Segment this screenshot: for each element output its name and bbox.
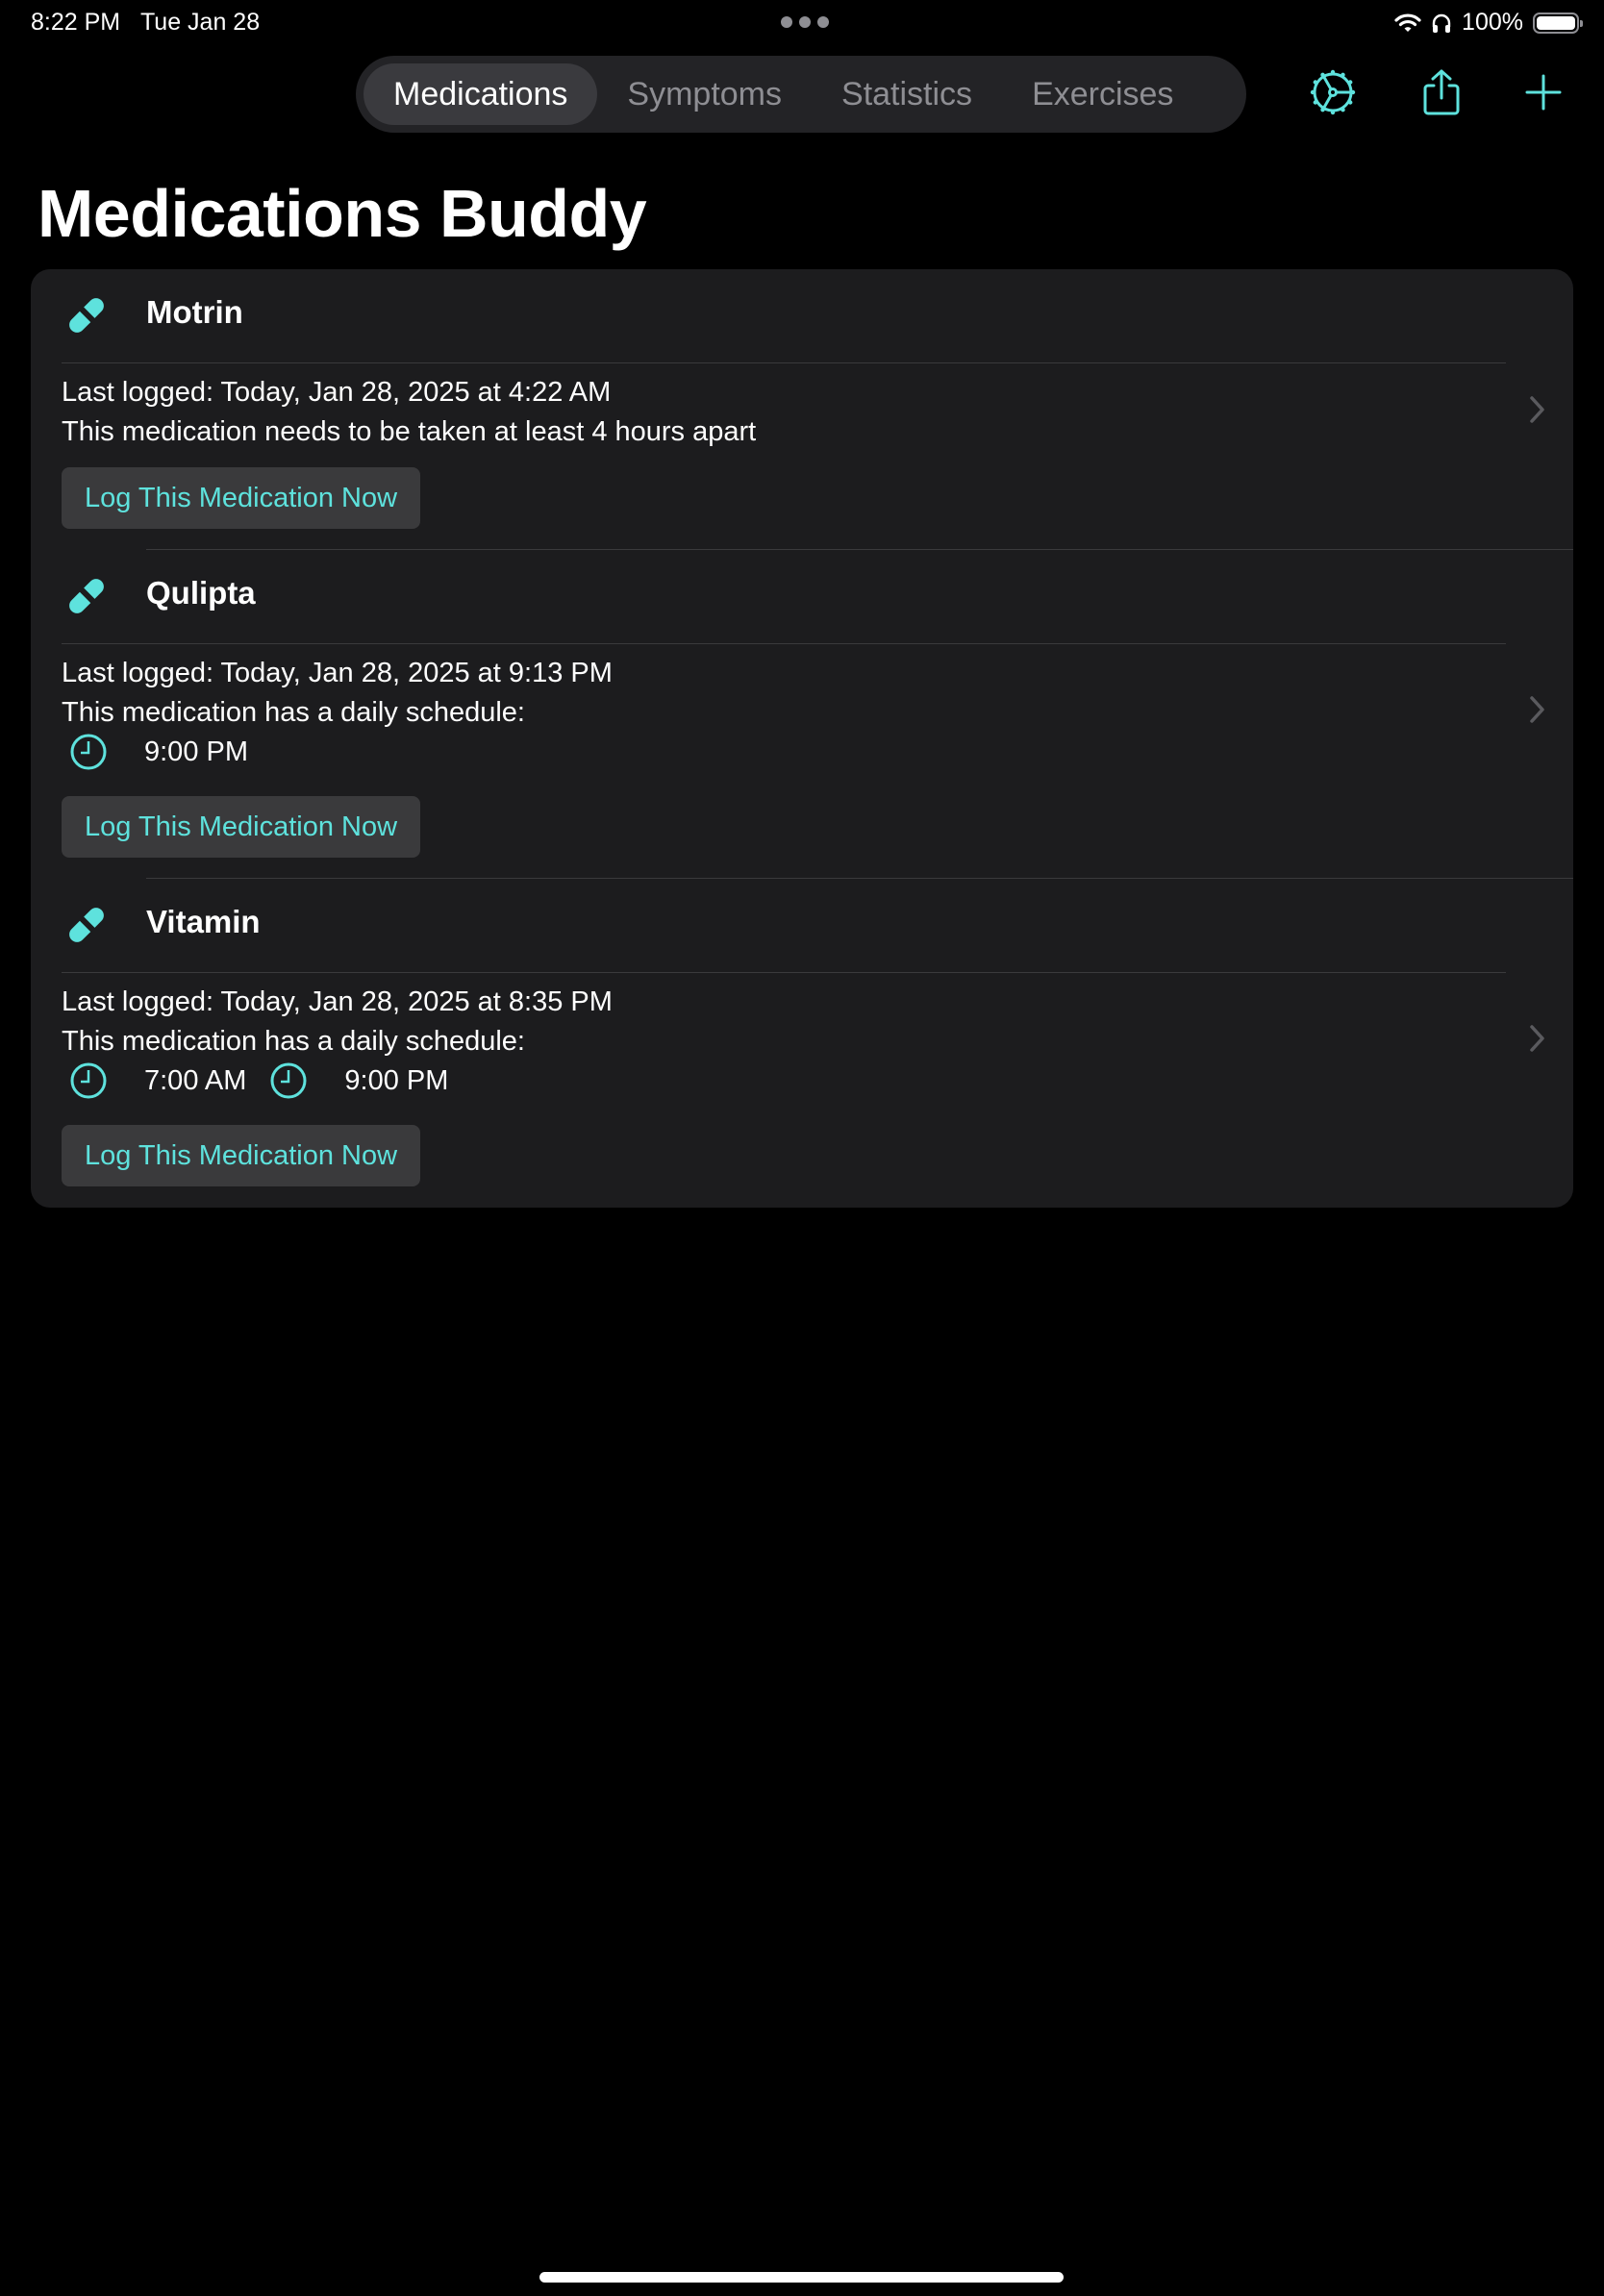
clock-icon: [70, 1062, 107, 1099]
medication-note: This medication needs to be taken at lea…: [62, 416, 757, 447]
last-logged-text: Last logged: Today, Jan 28, 2025 at 8:35…: [62, 986, 613, 1017]
battery-icon: [1533, 12, 1583, 34]
chevron-right-icon: [1530, 1025, 1544, 1052]
medication-name: Motrin: [146, 294, 243, 330]
schedule-time: 9:00 PM: [344, 1064, 449, 1096]
tab-symptoms[interactable]: Symptoms: [597, 63, 812, 125]
add-button[interactable]: [1515, 63, 1572, 121]
medication-row-vitamin[interactable]: Vitamin Last logged: Today, Jan 28, 2025…: [31, 879, 1573, 1208]
medication-row-qulipta[interactable]: Qulipta Last logged: Today, Jan 28, 2025…: [31, 550, 1573, 879]
status-time: 8:22 PM: [31, 9, 121, 36]
medication-name: Qulipta: [146, 575, 256, 611]
last-logged-text: Last logged: Today, Jan 28, 2025 at 9:13…: [62, 658, 613, 688]
clock-icon: [70, 734, 107, 770]
separator: [62, 643, 1506, 644]
tab-exercises[interactable]: Exercises: [1002, 63, 1203, 125]
pill-icon: [69, 908, 104, 942]
log-medication-button[interactable]: Log This Medication Now: [62, 1125, 421, 1186]
schedule-times: 7:00 AM 9:00 PM: [62, 1061, 471, 1100]
clock-icon: [270, 1062, 307, 1099]
pill-icon: [69, 579, 104, 613]
schedule-time: 9:00 PM: [144, 736, 248, 767]
separator: [62, 362, 1506, 363]
status-time-date: 8:22 PM Tue Jan 28: [31, 9, 260, 37]
pill-icon: [69, 298, 104, 333]
add-icon: [1525, 74, 1562, 111]
log-medication-button[interactable]: Log This Medication Now: [62, 796, 421, 858]
multitasking-dots-icon[interactable]: [781, 16, 829, 28]
wifi-icon: [1394, 12, 1421, 32]
battery-percent: 100%: [1462, 9, 1523, 36]
status-bar: 8:22 PM Tue Jan 28 100%: [0, 0, 1604, 46]
medication-note: This medication has a daily schedule:: [62, 697, 525, 728]
status-date: Tue Jan 28: [139, 9, 261, 36]
tab-medications[interactable]: Medications: [363, 63, 598, 125]
tab-statistics[interactable]: Statistics: [812, 63, 1002, 125]
section-tabs: Medications Symptoms Statistics Exercise…: [356, 56, 1246, 133]
share-button[interactable]: [1413, 63, 1470, 121]
medication-name: Vitamin: [146, 904, 261, 939]
chevron-right-icon: [1530, 396, 1544, 423]
settings-gear-icon: [1310, 69, 1356, 115]
medication-header: Vitamin: [31, 879, 1573, 971]
schedule-times: 9:00 PM: [62, 733, 271, 771]
status-indicators: 100%: [1394, 9, 1583, 37]
headphones-icon: [1432, 13, 1451, 33]
chevron-right-icon: [1530, 696, 1544, 723]
medication-header: Motrin: [31, 269, 1573, 362]
medication-header: Qulipta: [31, 550, 1573, 642]
medication-row-motrin[interactable]: Motrin Last logged: Today, Jan 28, 2025 …: [31, 269, 1573, 550]
medications-list: Motrin Last logged: Today, Jan 28, 2025 …: [31, 269, 1573, 1208]
last-logged-text: Last logged: Today, Jan 28, 2025 at 4:22…: [62, 377, 612, 408]
share-icon: [1423, 69, 1460, 115]
medication-note: This medication has a daily schedule:: [62, 1026, 525, 1057]
home-indicator[interactable]: [539, 2272, 1064, 2283]
schedule-time: 7:00 AM: [144, 1064, 247, 1096]
page-title: Medications Buddy: [38, 176, 647, 251]
separator: [62, 972, 1506, 973]
settings-button[interactable]: [1304, 63, 1362, 121]
log-medication-button[interactable]: Log This Medication Now: [62, 467, 421, 529]
